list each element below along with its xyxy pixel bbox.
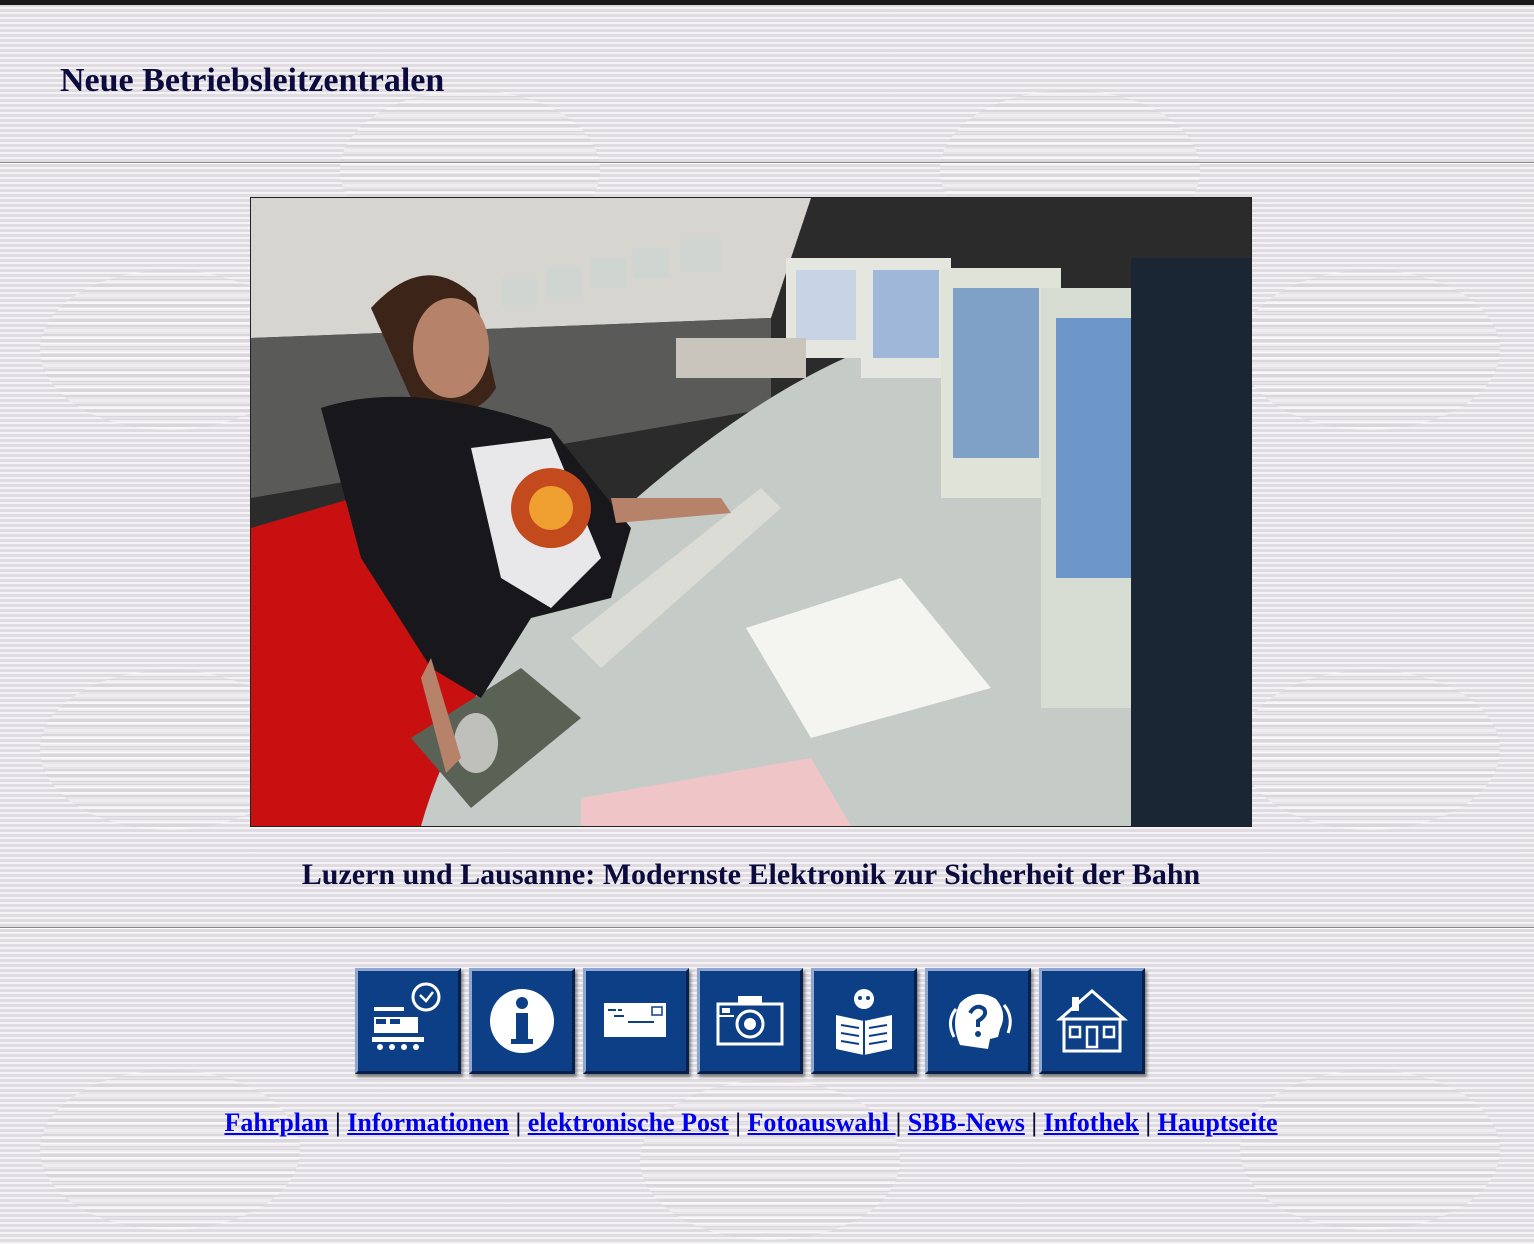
divider [0, 927, 1534, 929]
control-center-photo [251, 198, 1251, 826]
link-separator: | [515, 1108, 522, 1137]
background-logo-motif [640, 1080, 900, 1240]
text-navigation: Fahrplan | Informationen | elektronische… [0, 1108, 1502, 1138]
train-clock-icon [372, 982, 441, 1050]
infothek-button[interactable] [925, 968, 1031, 1074]
background-logo-motif [1240, 270, 1500, 430]
camera-icon [716, 996, 784, 1046]
background-logo-motif [1240, 670, 1500, 830]
link-separator: | [735, 1108, 741, 1137]
page-title: Neue Betriebsleitzentralen [60, 62, 445, 99]
photo-caption: Luzern und Lausanne: Modernste Elektroni… [301, 858, 1201, 891]
link-separator: | [335, 1108, 341, 1137]
link-hauptseite[interactable]: Hauptseite [1158, 1108, 1278, 1137]
newspaper-reader-icon [836, 989, 892, 1055]
background-logo-motif [40, 1070, 300, 1230]
link-fotoauswahl[interactable]: Fotoauswahl [747, 1108, 895, 1137]
fahrplan-button[interactable] [355, 968, 461, 1074]
icon-navigation-bar [355, 968, 1145, 1078]
elektronische-post-button[interactable] [583, 968, 689, 1074]
envelope-icon [604, 1003, 666, 1037]
top-border [0, 0, 1534, 5]
link-elektronische-post[interactable]: elektronische Post [528, 1108, 729, 1137]
link-sbb-news[interactable]: SBB-News [908, 1108, 1025, 1137]
question-head-icon [949, 993, 1012, 1049]
house-icon [1056, 989, 1128, 1053]
link-separator: | [1145, 1108, 1152, 1137]
divider [0, 162, 1534, 164]
background-logo-motif [1240, 1070, 1500, 1230]
link-informationen[interactable]: Informationen [347, 1108, 509, 1137]
link-separator: | [1031, 1108, 1038, 1137]
informationen-button[interactable] [469, 968, 575, 1074]
hauptseite-button[interactable] [1039, 968, 1145, 1074]
link-infothek[interactable]: Infothek [1044, 1108, 1139, 1137]
link-separator: | [895, 1108, 902, 1137]
link-fahrplan[interactable]: Fahrplan [224, 1108, 328, 1137]
fotoauswahl-button[interactable] [697, 968, 803, 1074]
sbb-news-button[interactable] [811, 968, 917, 1074]
info-icon [490, 989, 554, 1053]
